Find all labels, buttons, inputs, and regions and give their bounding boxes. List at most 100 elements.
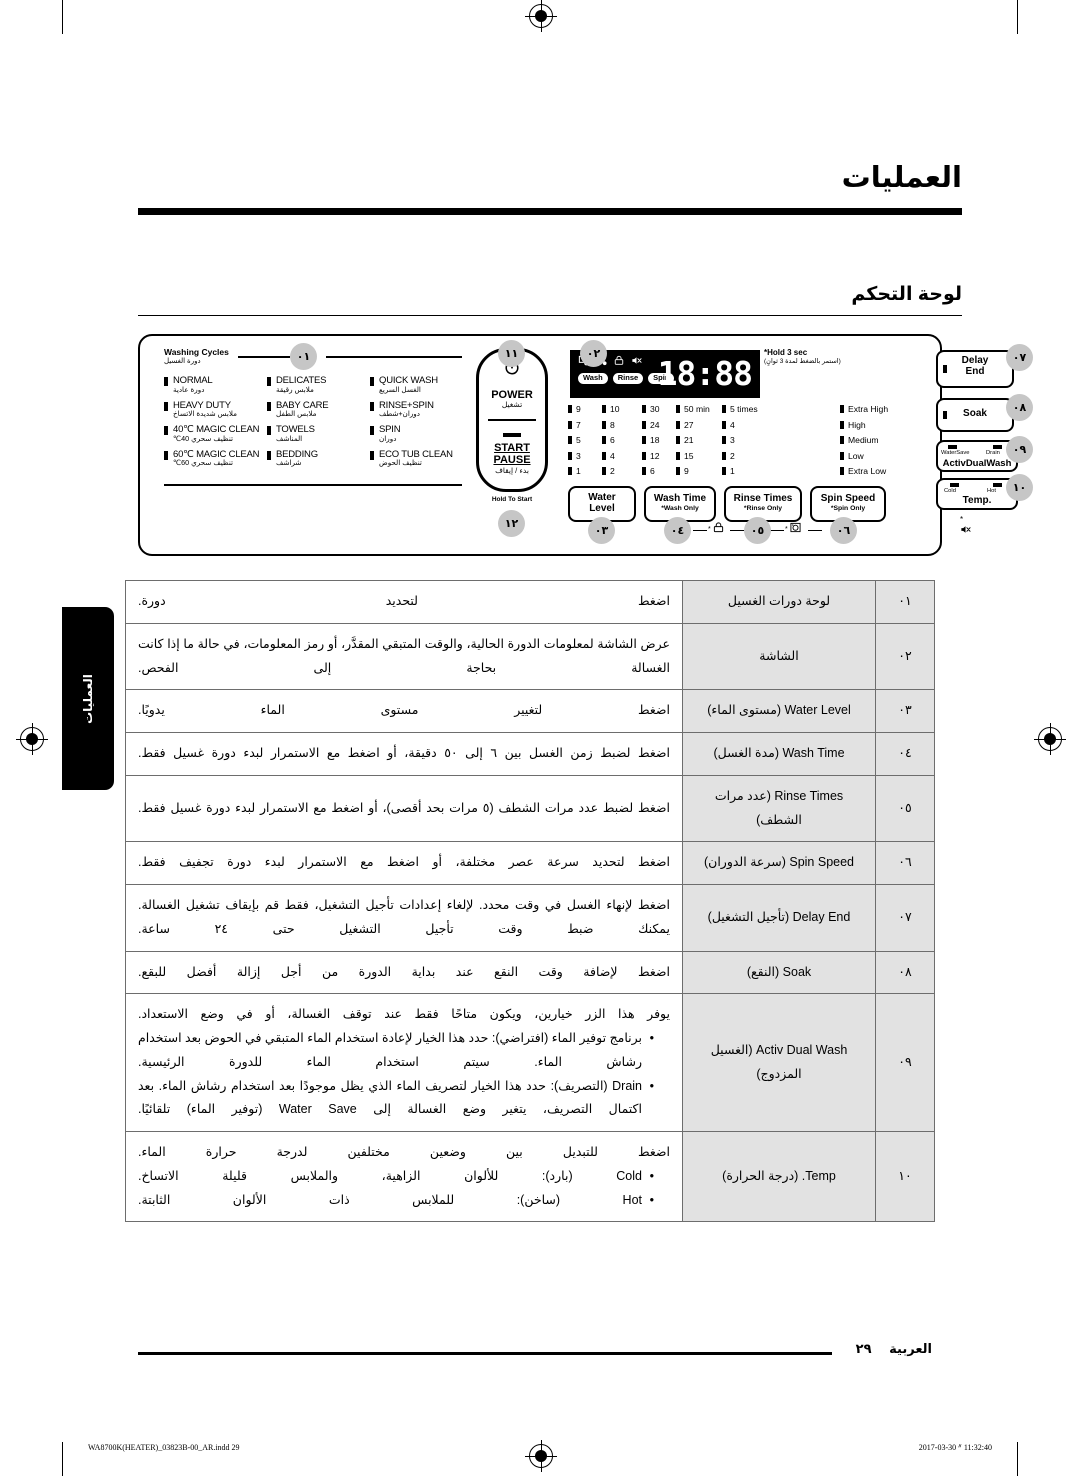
power-start-button-group[interactable]: POWER تشغيل START PAUSE بدء / إيقاف [476,348,548,492]
indicator-water-level: 8 [602,420,642,436]
callout-09: ٠٩ [1006,436,1033,463]
callout-12: ١٢ [498,510,525,537]
footer-divider [138,1352,832,1355]
indicator-rinse-times: 4 [722,420,776,436]
print-timestamp: 2017-03-30 ᐥ 11:32:40 [918,1443,992,1452]
registration-mark-left [16,723,48,755]
row-description: اضغط لضبط زمن الغسل بين ٦ إلى ٥٠ دقيقة، … [125,732,683,776]
option-indicator-matrix: 9 10 30 50 min 5 times 7 8 24 27 4 5 6 1… [568,404,834,482]
indicator-wash-time: 30 [642,404,676,420]
washing-cycles-heading: Washing Cycles دورة الغسيل [164,347,229,366]
indicator-spin-speed: Extra High [840,404,930,420]
wash-time-label: Wash Time [653,493,707,504]
cycle-led-icon [267,450,271,460]
indicator-wash-time: 24 [642,420,676,436]
delay-end-button[interactable]: Delay End [936,350,1014,388]
cycle-delicates[interactable]: DELICATES ملابس رقيقة [267,376,366,401]
control-panel-illustration: Washing Cycles دورة الغسيل ٠١ NORMAL دورة… [138,334,1033,556]
spin-speed-button[interactable]: Spin Speed *Spin Only [810,486,886,522]
cycle-led-icon [370,450,374,460]
table-row: ٠٩ Activ Dual Wash (الغسيل المزدوج) يوفر… [125,993,935,1132]
indicator-wash-time: 15 [676,451,722,467]
row-label: Water Level (مستوى الماء) [682,689,876,733]
row-label: Delay End (تأجيل التشغيل) [682,884,876,952]
indicator-water-level: 5 [568,435,602,451]
cycle-eco-tub-clean[interactable]: ECO TUB CLEAN تنظيف الحوض [370,449,469,475]
indicator-rinse-times: 5 times [722,404,776,420]
row-label: لوحة دورات الغسيل [682,580,876,624]
water-save-led-icon [948,445,957,449]
row-number: ٠٤ [875,732,935,776]
cycle-led-icon [370,401,374,411]
hot-label: Hot [987,488,997,494]
cycle-quick-wash[interactable]: QUICK WASH الغسل السريع [370,376,469,401]
indicator-spin-speed: High [840,420,930,436]
cycle-label-ar: المناشف [276,433,303,443]
cycle-led-icon [164,377,168,386]
title-divider [138,208,962,215]
indicator-wash-time: 12 [642,451,676,467]
cycle-bedding[interactable]: BEDDING شراشف [267,449,366,475]
activ-dual-wash-label: ActivDualWash [942,458,1012,469]
indicator-wash-time: 6 [642,466,676,482]
cycle-magic-clean-40[interactable]: 40℃ MAGIC CLEAN تنظيف سحري 40℃ [164,425,263,450]
display-tag-wash: Wash [578,373,608,384]
power-button-label: POWER تشغيل [479,389,545,409]
registration-mark-right [1034,723,1066,755]
cycle-magic-clean-60[interactable]: 60℃ MAGIC CLEAN تنظيف سحري 60℃ [164,449,263,475]
start-pause-label-ar: بدء / إيقاف [495,466,529,476]
row-description: اضغط لتغيير مستوى الماء يدويًا. [125,689,683,733]
indicator-spin-speed: Extra Low [840,466,930,482]
registration-mark-top [525,0,557,32]
indicator-water-level: 1 [568,466,602,482]
rinse-times-button[interactable]: Rinse Times *Rinse Only [724,486,802,522]
cycle-rinse-spin[interactable]: RINSE+SPIN دوران+شطف [370,400,469,426]
indicator-water-level: 7 [568,420,602,436]
row-description: يوفر هذا الزر خيارين، ويكون متاحًا فقط ع… [125,993,683,1132]
cycle-led-icon [267,401,271,411]
mute-note-icon-group: * [960,514,971,535]
row-label: Rinse Times (عدد مرات الشطف) [682,774,876,843]
row-label: Spin Speed (سرعة الدوران) [682,841,876,885]
footer-page-number: ٢٩ [855,1341,872,1356]
cycles-rule-left [238,356,290,358]
callout-03: ٠٣ [588,517,615,544]
pause-label: PAUSE [493,453,531,466]
cycle-heavy-duty[interactable]: HEAVY DUTY ملابس شديدة الاتساخ [164,400,263,426]
indicator-water-level: 3 [568,451,602,467]
cycle-led-icon [370,377,374,386]
indicator-rinse-times: 1 [722,466,776,482]
cycle-led-icon [370,426,374,435]
delay-end-led-icon [943,365,947,373]
cycle-baby-care[interactable]: BABY CARE ملابس الطفل [267,400,366,426]
cycle-normal[interactable]: NORMAL دورة عادية [164,376,263,401]
table-row: ٠٦ Spin Speed (سرعة الدوران) اضغط لتحديد… [125,841,935,885]
soak-button[interactable]: Soak [936,398,1014,432]
crop-mark-bottom-right [1017,1442,1018,1476]
cycle-label-ar: ملابس رقيقة [276,384,314,394]
row-label: الشاشة [682,622,876,691]
tub-clean-combo-icon: * [785,522,801,533]
crop-mark-top-right [1017,0,1018,34]
delay-end-label-line2: End [965,365,985,377]
row-description: اضغط لتحديد دورة. [125,580,683,624]
row-description: اضغط لضبط عدد مرات الشطف (٥ مرات بحد أقص… [125,774,683,843]
cycle-label-ar: شراشف [276,458,302,468]
row-number: ٠٥ [875,774,935,843]
row-bullet-list: برنامج توفير الماء (افتراضي): حدد هذا ال… [138,1027,670,1122]
hold-3-sec-note-en: Hold 3 sec [767,348,808,357]
cycle-led-icon [164,450,168,460]
cycle-towels[interactable]: TOWELS المناشف [267,425,366,450]
washing-cycles-grid: NORMAL دورة عادية DELICATES ملابس رقيقة QU… [164,376,469,474]
drain-led-icon [993,445,1002,449]
cycle-spin[interactable]: SPIN دوران [370,425,469,450]
washing-cycles-heading-en: Washing Cycles [164,347,229,357]
row-intro: يوفر هذا الزر خيارين، ويكون متاحًا فقط ع… [138,1007,670,1022]
indicator-wash-time: 9 [676,466,722,482]
cycle-led-icon [267,426,271,435]
soak-label: Soak [963,408,987,419]
crop-mark-bottom-left [62,1442,63,1476]
washing-cycles-heading-ar: دورة الغسيل [164,357,201,365]
footer-language-label: العربية [889,1341,932,1356]
table-row: ٠٨ Soak (النقع) اضغط لإضافة وقت النقع عن… [125,950,935,995]
